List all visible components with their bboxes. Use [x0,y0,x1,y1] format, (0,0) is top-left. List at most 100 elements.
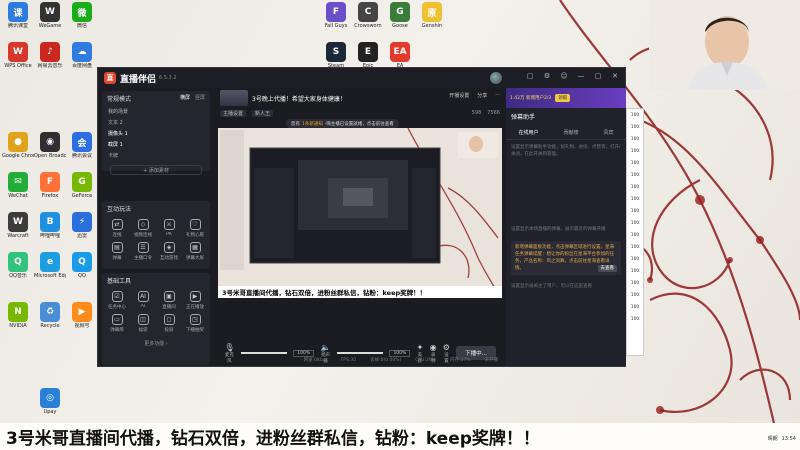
newcomer-tag[interactable]: 新人王 [252,109,274,117]
live-preview[interactable]: 3号米哥直播间代播，钻石双倍，进粉丝群私信，钻粉：keep奖牌！！ [218,128,502,298]
tab-portrait[interactable]: 竖屏 [195,94,205,101]
side-counter-item[interactable]: 100 [627,205,643,217]
maximize-icon[interactable]: ▢ [594,72,602,80]
tool-button[interactable]: AI AI [130,291,156,310]
desktop-icon[interactable]: S Steam [320,42,352,69]
promo-claim-button[interactable]: 领取 [555,94,571,102]
tool-button[interactable]: ◈ 互动游戏 [156,242,182,261]
desktop-icon[interactable]: Q QQ [66,252,98,279]
tab-online-users[interactable]: 在线用户 [518,129,538,136]
tool-button[interactable]: ▣ 直播间 [156,291,182,310]
feedback-icon[interactable]: ☺ [560,72,568,80]
tab-vip[interactable]: 贵宾 [603,129,613,136]
desktop-icon[interactable]: N NVIDIA [2,302,34,329]
tool-button[interactable]: ◫ 福袋 [130,314,156,333]
side-counter-item[interactable]: 100 [627,121,643,133]
desktop-icon[interactable]: F Firefox [34,172,66,199]
side-counter-item[interactable]: 100 [627,181,643,193]
minimize-icon[interactable]: — [577,72,585,80]
side-counter-item[interactable]: 100 [627,157,643,169]
tool-button[interactable]: ▦ 弹幕大屏 [182,242,208,261]
tab-contribution[interactable]: 贡献榜 [563,129,578,136]
side-counter-item[interactable]: 100 [627,241,643,253]
notice-prefix: 您有 [291,121,300,127]
side-counter-item[interactable]: 100 [627,193,643,205]
more-button[interactable]: ··· [495,92,500,99]
desktop-icon[interactable]: EA EA [384,42,416,69]
desktop-icon[interactable]: ◎ Upay [34,388,66,415]
side-counter-item[interactable]: 100 [627,277,643,289]
desktop-icon[interactable]: ⚡ 迅雷 [66,212,98,239]
tool-button[interactable]: ☰ 主播口令 [130,242,156,261]
share-button[interactable]: 分享 [477,92,487,99]
desktop-icon[interactable]: ◉Open Broadcaster [34,132,66,159]
side-counter-item[interactable]: 100 [627,289,643,301]
tool-button[interactable]: ▤ 弹幕 [104,242,130,261]
desktop-icon[interactable]: W WPS Office [2,42,34,69]
tool-button[interactable]: ☑ 任务中心 [104,291,130,310]
stream-title[interactable]: 3号晚上代播！希望大家身体健康！ [252,94,346,103]
side-counter-item[interactable]: 100 [627,217,643,229]
desktop-icon[interactable]: ♻ Recycle [34,302,66,329]
desktop-icon-label: WeChat [8,193,28,199]
tool-button[interactable]: ▶ 正在播放 [182,291,208,310]
side-counter-item[interactable]: 100 [627,253,643,265]
side-counter-item[interactable]: 100 [627,301,643,313]
tool-button[interactable]: ⇄ 连线 [104,219,130,238]
desktop-icon[interactable]: E Epic [352,42,384,69]
tool-button[interactable]: ▭ 弹幕库 [104,314,130,333]
desktop-icon[interactable]: 微微信 [66,2,98,29]
desktop-icon[interactable]: G Goose [384,2,416,29]
weather-label[interactable]: 晴朗 [768,435,778,442]
desktop-icon[interactable]: G GeForce [66,172,98,199]
side-counter-item[interactable]: 100 [627,109,643,121]
scene-item[interactable]: 卡牌 [102,150,210,161]
user-avatar[interactable] [490,72,502,84]
desktop-icon[interactable]: Q QQ音乐 [2,252,34,279]
clock[interactable]: 13:54 [782,436,796,442]
tool-button[interactable]: ◇ 视频连线 [130,219,156,238]
side-counter-item[interactable]: 100 [627,133,643,145]
scene-item[interactable]: 摄像头 1 [102,128,210,139]
desktop-icon[interactable]: ☁ 百度网盘 [66,42,98,69]
scene-item[interactable]: 截屏 1 [102,139,210,150]
tool-button[interactable]: ⚔ PK [156,219,182,238]
stream-cover-thumbnail[interactable] [220,90,248,106]
notification-bar[interactable]: 您有 1条新通知 ·嗨主播已设置就绪，点击前往查看 [286,119,399,128]
host-settings-tag[interactable]: 主播设置 [220,109,247,117]
scene-item[interactable]: 文本 2 [102,117,210,128]
desktop-icon[interactable]: C Crowsworn [352,2,384,29]
desktop-icon[interactable]: 课腾讯课堂 [2,2,34,29]
tool-label: 主播口令 [134,256,152,261]
more-tools-link[interactable]: 更多功能 › [102,340,210,347]
desktop-icon[interactable]: ✉ WeChat [2,172,34,199]
stream-settings-button[interactable]: 开播设置 [449,92,469,99]
desktop-icon[interactable]: ▶ 视频号 [66,302,98,329]
side-counter-item[interactable]: 100 [627,265,643,277]
desktop-icon[interactable]: ♪ 网易云音乐 [34,42,66,69]
desktop-icon[interactable]: 会腾讯会议 [66,132,98,159]
side-counter-item[interactable]: 100 [627,313,643,325]
promo-text: 1.42万 新增用户2/3 [510,96,552,101]
desktop-icon[interactable]: W Warcraft [2,212,34,239]
fullscreen-icon[interactable]: ▢ [526,72,534,80]
window-controls: ▢ ⚙ ☺ — ▢ ✕ [526,72,619,80]
desktop-icon[interactable]: eMicrosoft Edge [34,252,66,279]
desktop-icon[interactable]: B 哔哩哔哩 [34,212,66,239]
desktop-icon[interactable]: ●Google Chrome [2,132,34,159]
close-icon[interactable]: ✕ [611,72,619,80]
desktop-icon[interactable]: F Fall Guys [320,2,352,29]
tool-button[interactable]: ◳ 下播抽奖 [182,314,208,333]
settings-icon[interactable]: ⚙ [543,72,551,80]
tool-button[interactable]: ♡ 礼物心愿 [182,219,208,238]
add-source-button[interactable]: + 添加素材 [110,165,202,175]
side-counter-item[interactable]: 100 [627,145,643,157]
side-counter-item[interactable]: 100 [627,229,643,241]
promo-banner[interactable]: 1.42万 新增用户2/3 领取 [506,88,626,108]
desktop-icon[interactable]: W WeGame [34,2,66,29]
task-view-button[interactable]: 去查看 [597,265,617,272]
tool-button[interactable]: ◻ 投屏 [156,314,182,333]
tab-landscape[interactable]: 横屏 [180,94,190,101]
side-counter-item[interactable]: 100 [627,169,643,181]
desktop-icon[interactable]: 原 Genshin [416,2,448,29]
